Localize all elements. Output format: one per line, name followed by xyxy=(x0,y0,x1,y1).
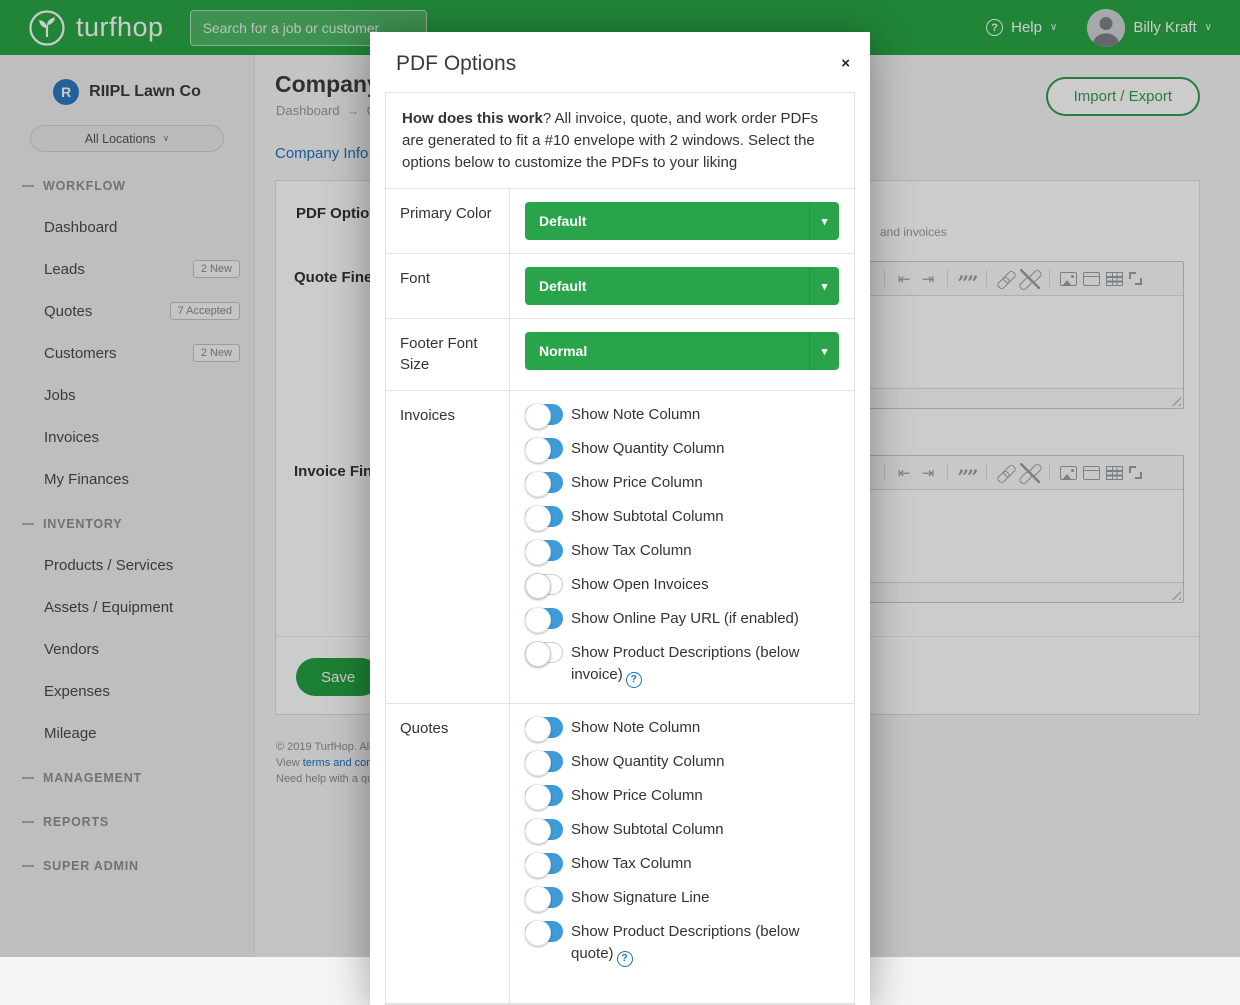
modal-toggle-group: Quotes Show Note Column Show Quantity Co… xyxy=(386,704,854,1004)
toggle-row: Show Product Descriptions (below quote) xyxy=(525,921,839,967)
toggle-row: Show Tax Column xyxy=(525,540,839,562)
toggle-row: Show Price Column xyxy=(525,785,839,807)
toggle-row: Show Subtotal Column xyxy=(525,819,839,841)
toggle-row: Show Signature Line xyxy=(525,887,839,909)
toggle-switch[interactable] xyxy=(525,642,563,663)
intro-bold: How does this work xyxy=(402,110,543,127)
select-label: Footer Font Size xyxy=(386,319,510,390)
caret-down-icon xyxy=(809,202,839,240)
help-icon[interactable] xyxy=(617,951,633,967)
selected-value: Default xyxy=(539,278,586,294)
dropdown-select[interactable]: Normal xyxy=(525,332,839,370)
toggle-row: Show Quantity Column xyxy=(525,751,839,773)
toggle-row: Show Note Column xyxy=(525,717,839,739)
toggle-switch[interactable] xyxy=(525,853,563,874)
toggle-switch[interactable] xyxy=(525,540,563,561)
toggle-label: Show Open Invoices xyxy=(571,576,709,593)
toggle-row: Show Price Column xyxy=(525,472,839,494)
toggle-label: Show Product Descriptions (below quote) xyxy=(571,923,799,962)
caret-down-icon xyxy=(809,332,839,370)
selected-value: Normal xyxy=(539,343,587,359)
toggle-row: Show Tax Column xyxy=(525,853,839,875)
caret-down-icon xyxy=(809,267,839,305)
toggle-switch[interactable] xyxy=(525,887,563,908)
select-label: Primary Color xyxy=(386,189,510,253)
toggle-label: Show Product Descriptions (below invoice… xyxy=(571,644,799,683)
select-label: Font xyxy=(386,254,510,318)
toggle-switch[interactable] xyxy=(525,472,563,493)
toggle-label: Show Quantity Column xyxy=(571,753,724,770)
toggle-label: Show Tax Column xyxy=(571,542,692,559)
toggle-switch[interactable] xyxy=(525,608,563,629)
toggle-row: Show Online Pay URL (if enabled) xyxy=(525,608,839,630)
modal-body: How does this work? All invoice, quote, … xyxy=(385,92,855,1005)
toggle-switch[interactable] xyxy=(525,404,563,425)
dropdown-select[interactable]: Default xyxy=(525,267,839,305)
toggle-row: Show Note Column xyxy=(525,404,839,426)
toggle-label: Show Subtotal Column xyxy=(571,508,724,525)
toggle-label: Show Quantity Column xyxy=(571,440,724,457)
close-icon[interactable]: × xyxy=(841,56,850,71)
modal-title: PDF Options xyxy=(396,52,844,76)
toggle-row: Show Quantity Column xyxy=(525,438,839,460)
group-label: Quotes xyxy=(386,704,510,1003)
toggle-switch[interactable] xyxy=(525,438,563,459)
toggle-label: Show Signature Line xyxy=(571,889,709,906)
group-label: Invoices xyxy=(386,391,510,703)
toggle-label: Show Price Column xyxy=(571,474,703,491)
toggle-switch[interactable] xyxy=(525,506,563,527)
toggle-switch[interactable] xyxy=(525,574,563,595)
toggle-label: Show Note Column xyxy=(571,719,700,736)
toggle-switch[interactable] xyxy=(525,785,563,806)
modal-select-row: Primary Color Default xyxy=(386,189,854,254)
toggle-row: Show Subtotal Column xyxy=(525,506,839,528)
toggle-switch[interactable] xyxy=(525,751,563,772)
modal-select-row: Font Default xyxy=(386,254,854,319)
toggle-switch[interactable] xyxy=(525,819,563,840)
toggle-label: Show Online Pay URL (if enabled) xyxy=(571,610,799,627)
toggle-label: Show Price Column xyxy=(571,787,703,804)
selected-value: Default xyxy=(539,213,586,229)
toggle-switch[interactable] xyxy=(525,921,563,942)
toggle-label: Show Subtotal Column xyxy=(571,821,724,838)
toggle-row: Show Product Descriptions (below invoice… xyxy=(525,642,839,688)
modal-header: PDF Options × xyxy=(370,32,870,92)
toggle-label: Show Note Column xyxy=(571,406,700,423)
help-icon[interactable] xyxy=(626,672,642,688)
toggle-row: Show Open Invoices xyxy=(525,574,839,596)
modal-intro: How does this work? All invoice, quote, … xyxy=(386,93,854,189)
dropdown-select[interactable]: Default xyxy=(525,202,839,240)
pdf-options-modal: PDF Options × How does this work? All in… xyxy=(370,32,870,1005)
modal-select-row: Footer Font Size Normal xyxy=(386,319,854,391)
toggle-switch[interactable] xyxy=(525,717,563,738)
toggle-label: Show Tax Column xyxy=(571,855,692,872)
modal-toggle-group: Invoices Show Note Column Show Quantity … xyxy=(386,391,854,704)
